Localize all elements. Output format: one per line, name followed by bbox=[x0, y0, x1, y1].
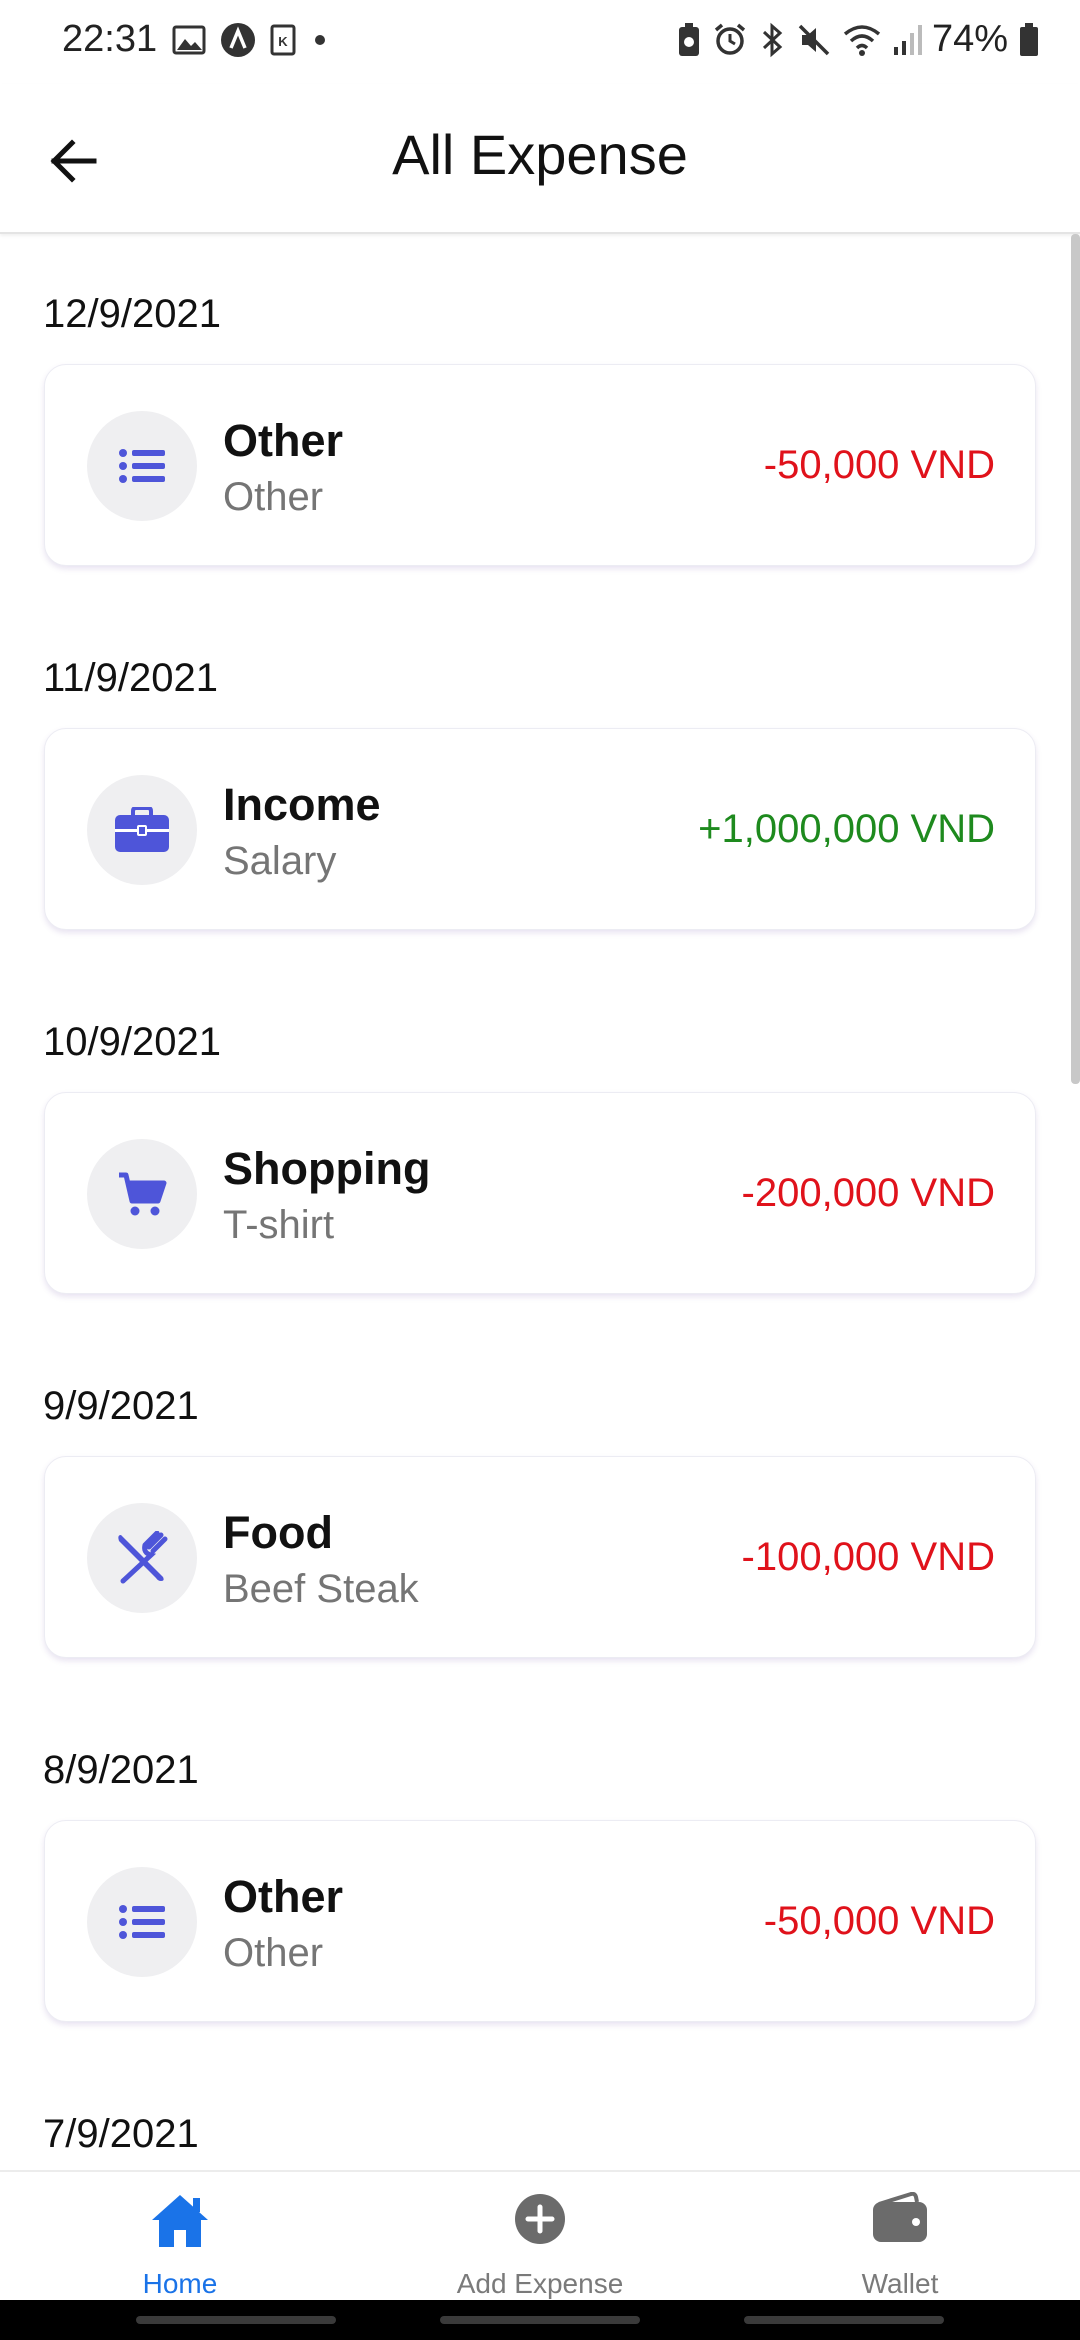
utensils-icon bbox=[87, 1503, 197, 1613]
dot-icon bbox=[310, 30, 330, 50]
expense-card[interactable]: Income Salary +1,000,000 VND bbox=[44, 728, 1036, 930]
system-navigation-bar bbox=[0, 2300, 1080, 2340]
expense-card[interactable]: Other Other -50,000 VND bbox=[44, 1820, 1036, 2022]
nav-wallet[interactable]: Wallet bbox=[720, 2172, 1080, 2302]
expense-note: T-shirt bbox=[223, 1203, 335, 1247]
expense-note: Beef Steak bbox=[223, 1567, 419, 1611]
expense-category: Shopping bbox=[223, 1143, 431, 1194]
nav-label: Wallet bbox=[861, 2268, 939, 2299]
expense-amount: -200,000 VND bbox=[741, 1171, 995, 1215]
expense-category: Food bbox=[223, 1507, 333, 1558]
screen: 22:31 K 74% All Expense 12/9/2021 Other … bbox=[0, 0, 1080, 2340]
date-header: 10/9/2021 bbox=[43, 1020, 221, 1064]
signal-icon bbox=[892, 23, 922, 57]
expense-category: Other bbox=[223, 1871, 344, 1922]
expense-note: Salary bbox=[223, 839, 337, 883]
gesture-pill[interactable] bbox=[136, 2316, 336, 2324]
expense-amount: -50,000 VND bbox=[763, 1899, 995, 1943]
expense-amount: +1,000,000 VND bbox=[698, 807, 995, 851]
expense-note: Other bbox=[223, 1931, 324, 1975]
home-icon bbox=[0, 2192, 360, 2250]
battery-icon bbox=[1018, 22, 1040, 58]
add-circle-icon bbox=[360, 2192, 720, 2246]
expense-note: Other bbox=[223, 475, 324, 519]
wifi-icon bbox=[842, 22, 882, 58]
briefcase-icon bbox=[87, 775, 197, 885]
mute-icon bbox=[796, 22, 832, 58]
expense-amount: -50,000 VND bbox=[763, 443, 995, 487]
battery-percent: 74% bbox=[931, 18, 1008, 60]
nav-home[interactable]: Home bbox=[0, 2172, 360, 2302]
date-header: 9/9/2021 bbox=[43, 1384, 199, 1428]
list-icon bbox=[87, 411, 197, 521]
expense-category: Income bbox=[223, 779, 381, 830]
expense-list[interactable]: 12/9/2021 Other Other -50,000 VND 11/9/2… bbox=[0, 234, 1080, 2170]
app-k-icon: K bbox=[270, 24, 296, 56]
alarm-icon bbox=[712, 22, 748, 58]
svg-text:K: K bbox=[278, 34, 288, 49]
date-header: 11/9/2021 bbox=[43, 656, 218, 700]
battery-saver-icon bbox=[676, 22, 702, 58]
expense-category: Other bbox=[223, 415, 344, 466]
expense-card[interactable]: Food Beef Steak -100,000 VND bbox=[44, 1456, 1036, 1658]
status-left-icons: K bbox=[172, 22, 330, 58]
nav-label: Add Expense bbox=[456, 2268, 624, 2299]
bottom-nav: Home Add Expense Wallet bbox=[0, 2170, 1080, 2302]
date-header: 12/9/2021 bbox=[43, 292, 221, 336]
page-title: All Expense bbox=[392, 123, 688, 186]
nav-add-expense[interactable]: Add Expense bbox=[360, 2172, 720, 2302]
app-a-icon bbox=[220, 22, 256, 58]
bluetooth-icon bbox=[758, 22, 786, 58]
cart-icon bbox=[87, 1139, 197, 1249]
gesture-pill[interactable] bbox=[744, 2316, 944, 2324]
status-time: 22:31 bbox=[62, 18, 158, 60]
image-icon bbox=[172, 25, 206, 55]
status-bar: 22:31 K 74% bbox=[0, 0, 1080, 84]
date-header: 7/9/2021 bbox=[43, 2112, 199, 2156]
nav-label: Home bbox=[142, 2268, 218, 2299]
gesture-pill[interactable] bbox=[440, 2316, 640, 2324]
scrollbar[interactable] bbox=[1071, 234, 1080, 1084]
date-header: 8/9/2021 bbox=[43, 1748, 199, 1792]
status-right-icons: 74% bbox=[676, 18, 1040, 61]
expense-card[interactable]: Shopping T-shirt -200,000 VND bbox=[44, 1092, 1036, 1294]
expense-amount: -100,000 VND bbox=[741, 1535, 995, 1579]
expense-card[interactable]: Other Other -50,000 VND bbox=[44, 364, 1036, 566]
app-bar: All Expense bbox=[0, 84, 1080, 234]
list-icon bbox=[87, 1867, 197, 1977]
wallet-icon bbox=[720, 2192, 1080, 2244]
